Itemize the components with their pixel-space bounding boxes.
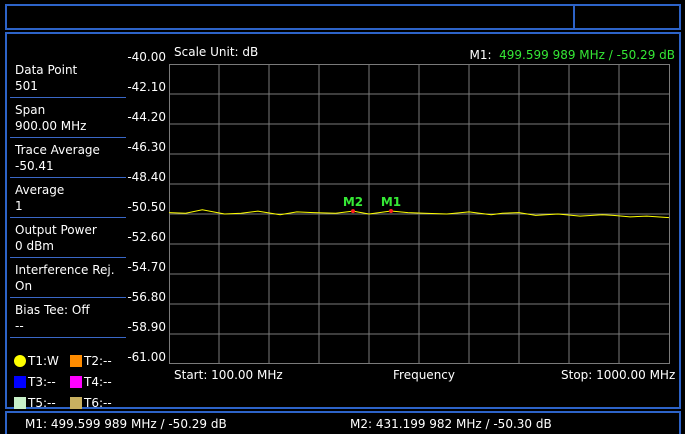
y-tick-label: -40.00	[127, 50, 166, 64]
legend-trace-label: T3:--	[28, 374, 56, 389]
marker-point[interactable]	[389, 209, 393, 213]
y-tick-label: -42.10	[127, 80, 166, 94]
top-bar-divider	[573, 6, 575, 28]
trace-square-icon	[70, 354, 82, 367]
trace-square-icon	[70, 375, 82, 388]
parameter-panel: Data Point 501 Span 900.00 MHz Trace Average…	[10, 58, 126, 338]
legend-trace-item[interactable]: T3:--	[14, 375, 70, 389]
y-tick-label: -54.70	[127, 260, 166, 274]
top-status-bar	[5, 4, 681, 30]
x-start-label: Start: 100.00 MHz	[174, 368, 283, 382]
scale-unit-label: Scale Unit: dB	[174, 45, 259, 59]
marker-readout-key: M1:	[469, 48, 492, 62]
parameter-item[interactable]: Interference Rej. On	[10, 258, 126, 298]
parameter-item[interactable]: Average 1	[10, 178, 126, 218]
m2-status: M2: 431.199 982 MHz / -50.30 dB	[350, 417, 552, 431]
x-stop-label: Stop: 1000.00 MHz	[561, 368, 676, 382]
marker-status-bar: M1: 499.599 989 MHz / -50.29 dB M2: 431.…	[5, 411, 681, 434]
y-tick-label: -50.50	[127, 200, 166, 214]
y-tick-label: -56.80	[127, 290, 166, 304]
parameter-value: 0 dBm	[15, 239, 54, 253]
parameter-label: Bias Tee: Off	[15, 303, 90, 317]
legend-trace-label: T1:W	[28, 353, 59, 368]
marker-point[interactable]	[351, 209, 355, 214]
x-axis-label: Frequency	[393, 368, 455, 382]
y-tick-label: -44.20	[127, 110, 166, 124]
parameter-item[interactable]: Span 900.00 MHz	[10, 98, 126, 138]
m1-status: M1: 499.599 989 MHz / -50.29 dB	[25, 417, 227, 431]
parameter-label: Average	[15, 183, 65, 197]
parameter-value: -50.41	[15, 159, 54, 173]
trace-legend: T1:W T2:-- T3:-- T4:-- T5:-- T6:--	[14, 350, 126, 413]
trace-square-icon	[14, 396, 26, 409]
y-tick-label: -58.90	[127, 320, 166, 334]
parameter-value: 900.00 MHz	[15, 119, 87, 133]
parameter-value: --	[15, 319, 24, 333]
legend-trace-item[interactable]: T5:--	[14, 396, 70, 410]
marker-readout: M1: 499.599 989 MHz / -50.29 dB	[469, 48, 675, 62]
parameter-item[interactable]: Trace Average -50.41	[10, 138, 126, 178]
parameter-value: 1	[15, 199, 23, 213]
y-tick-label: -61.00	[127, 350, 166, 364]
trace-square-icon	[70, 396, 82, 409]
marker-readout-value: 499.599 989 MHz / -50.29 dB	[499, 48, 675, 62]
parameter-label: Output Power	[15, 223, 97, 237]
legend-trace-label: T4:--	[84, 374, 112, 389]
legend-trace-label: T2:--	[84, 353, 112, 368]
trace-square-icon	[14, 375, 26, 388]
legend-trace-item[interactable]: T1:W	[14, 354, 70, 368]
parameter-item[interactable]: Data Point 501	[10, 58, 126, 98]
legend-trace-item[interactable]: T4:--	[70, 375, 126, 389]
legend-trace-label: T6:--	[84, 395, 112, 410]
parameter-value: On	[15, 279, 33, 293]
parameter-value: 501	[15, 79, 38, 93]
spectrum-plot[interactable]: M1 M2	[169, 64, 671, 364]
parameter-label: Trace Average	[15, 143, 100, 157]
parameter-item[interactable]: Bias Tee: Off --	[10, 298, 126, 338]
parameter-label: Interference Rej.	[15, 263, 115, 277]
legend-trace-label: T5:--	[28, 395, 56, 410]
legend-trace-item[interactable]: T2:--	[70, 354, 126, 368]
parameter-label: Data Point	[15, 63, 78, 77]
y-tick-label: -48.40	[127, 170, 166, 184]
y-tick-label: -52.60	[127, 230, 166, 244]
marker-label: M2	[343, 195, 363, 209]
trace-circle-icon	[14, 354, 26, 367]
parameter-label: Span	[15, 103, 46, 117]
parameter-item[interactable]: Output Power 0 dBm	[10, 218, 126, 258]
y-tick-label: -46.30	[127, 140, 166, 154]
marker-label: M1	[381, 195, 401, 209]
legend-trace-item[interactable]: T6:--	[70, 396, 126, 410]
